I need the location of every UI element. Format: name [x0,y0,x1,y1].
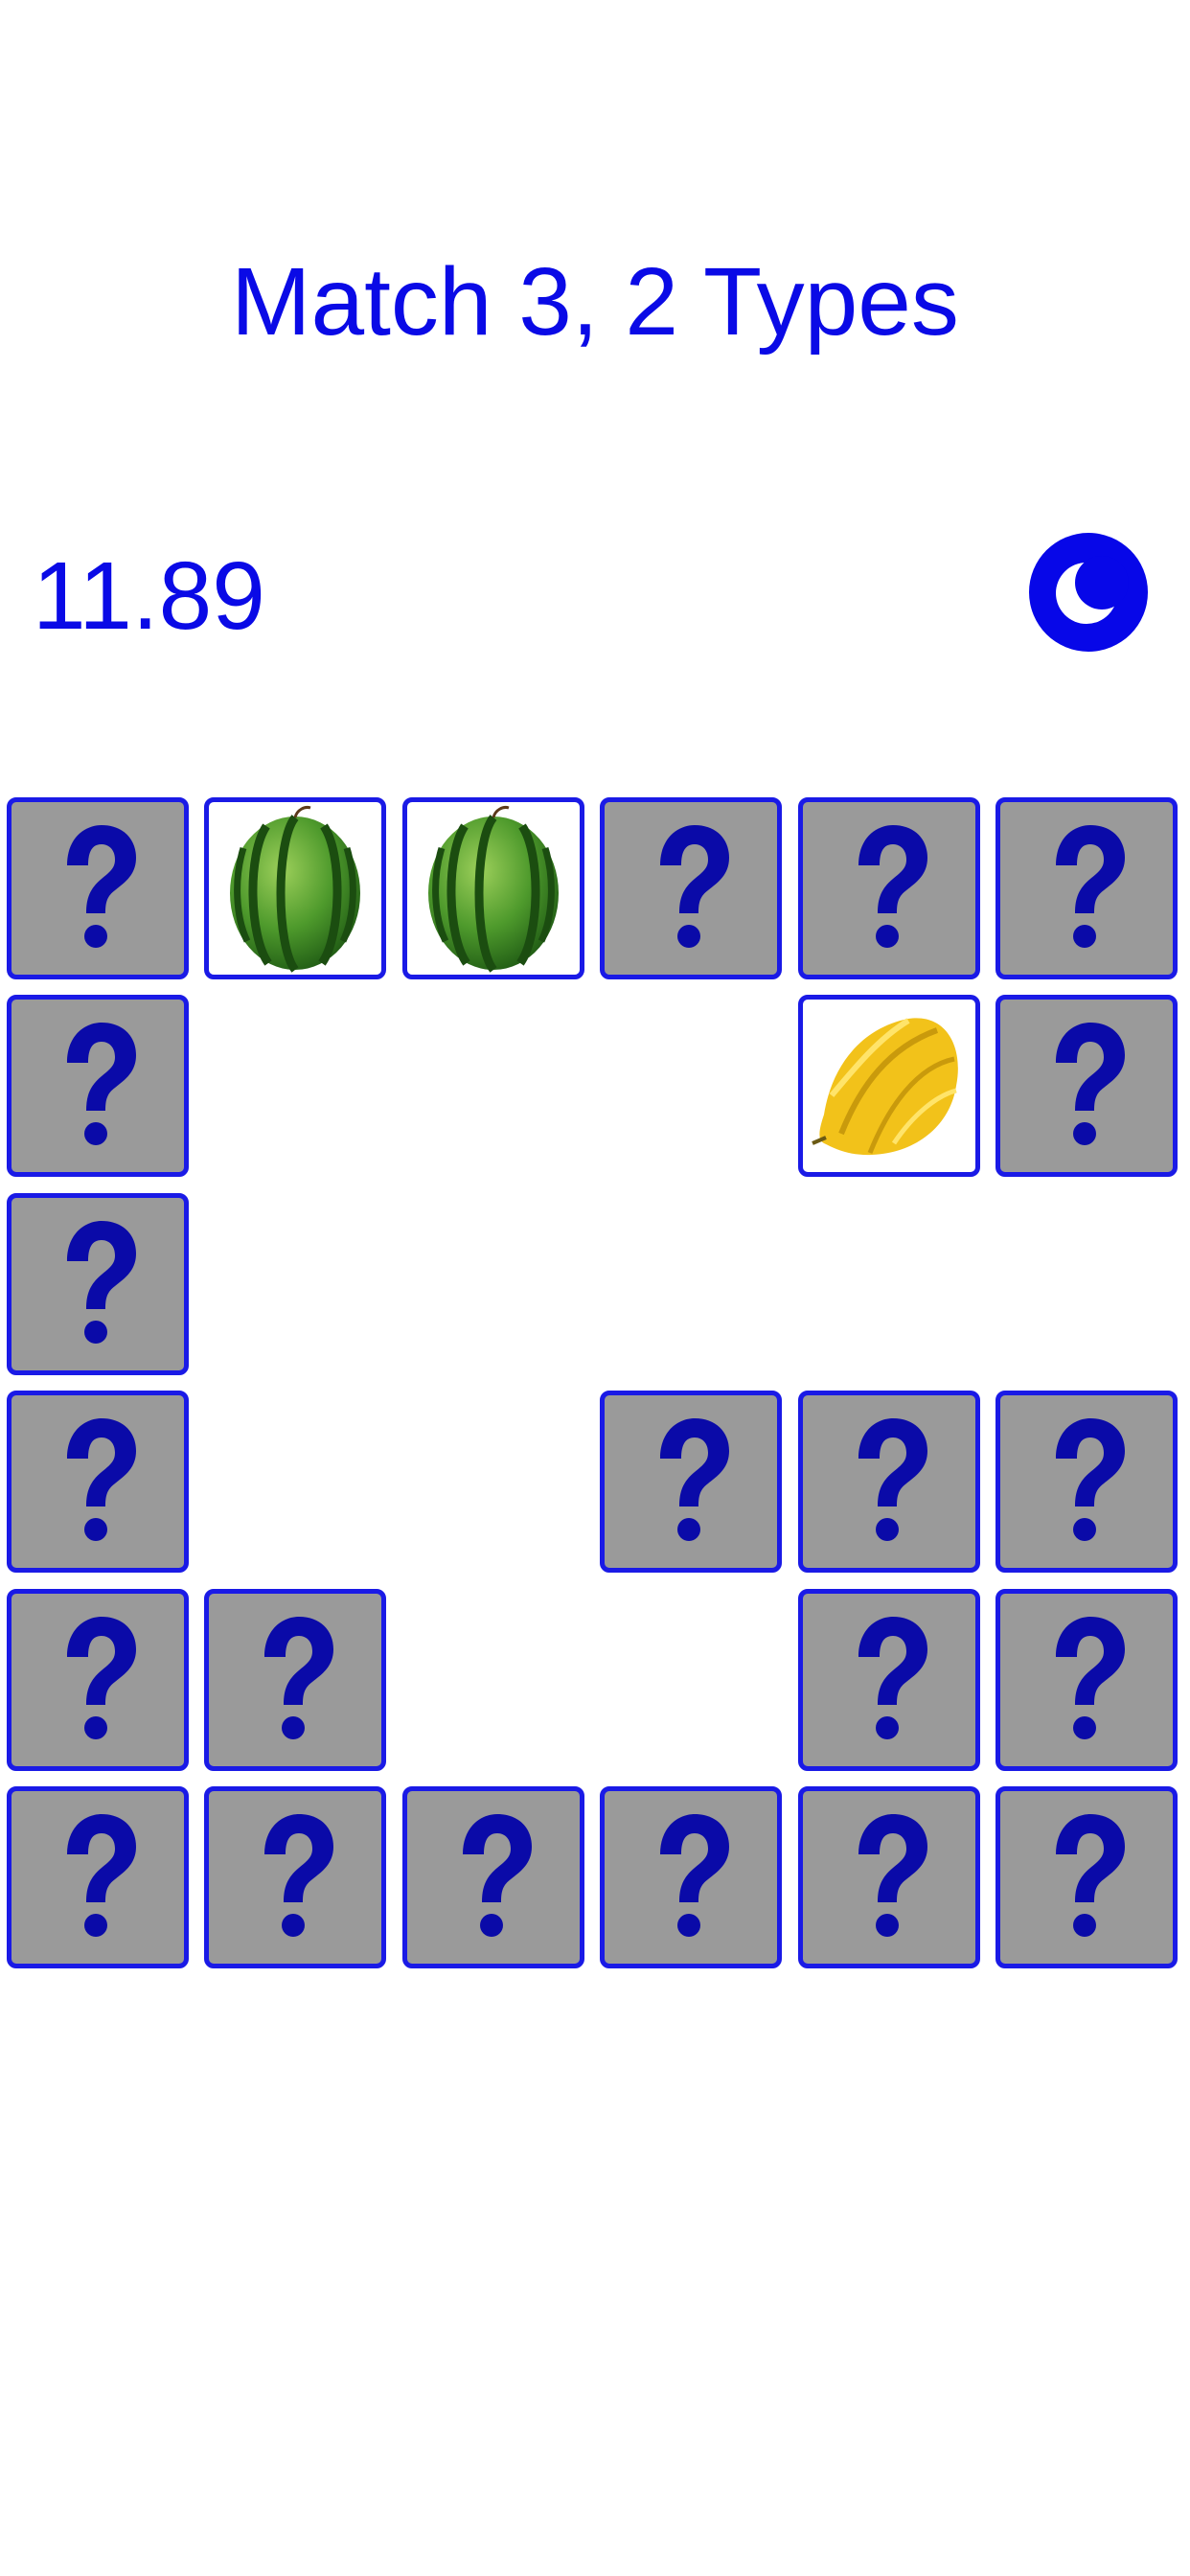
card-hidden[interactable] [7,1193,189,1375]
card-hidden[interactable] [7,995,189,1177]
question-mark-icon [858,1617,927,1739]
card-hidden[interactable] [798,1786,980,1968]
card-hidden[interactable] [995,1391,1178,1573]
starfruit-icon [812,1018,958,1156]
watermelon-icon [428,806,559,973]
question-mark-icon [660,825,729,948]
timer: 11.89 [33,542,265,650]
card-hidden[interactable] [7,797,189,979]
moon-icon [1056,556,1129,624]
question-mark-icon [264,1814,333,1937]
card-hidden[interactable] [204,1786,386,1968]
card-hidden[interactable] [798,797,980,979]
card-starfruit [798,995,980,1177]
question-mark-icon [463,1814,532,1937]
question-mark-icon [67,1617,136,1739]
question-mark-icon [660,1814,729,1937]
card-hidden[interactable] [600,1786,782,1968]
card-watermelon [402,797,584,979]
card-hidden[interactable] [995,1589,1178,1771]
question-mark-icon [264,1617,333,1739]
card-hidden[interactable] [7,1589,189,1771]
question-mark-icon [67,1023,136,1145]
question-mark-icon [858,1418,927,1541]
question-mark-icon [67,1221,136,1344]
card-watermelon [204,797,386,979]
watermelon-icon [230,806,360,973]
card-hidden[interactable] [995,797,1178,979]
card-hidden[interactable] [600,797,782,979]
theme-toggle-button[interactable] [1029,533,1148,652]
question-mark-icon [1056,1617,1125,1739]
question-mark-icon [660,1418,729,1541]
card-hidden[interactable] [995,1786,1178,1968]
question-mark-icon [67,1814,136,1937]
card-hidden[interactable] [7,1391,189,1573]
question-mark-icon [1056,1023,1125,1145]
question-mark-icon [1056,1814,1125,1937]
card-hidden[interactable] [204,1589,386,1771]
card-hidden[interactable] [995,995,1178,1177]
question-mark-icon [67,825,136,948]
card-hidden[interactable] [798,1589,980,1771]
question-mark-icon [67,1418,136,1541]
card-hidden[interactable] [402,1786,584,1968]
game-title: Match 3, 2 Types [231,248,959,356]
card-hidden[interactable] [7,1786,189,1968]
card-hidden[interactable] [798,1391,980,1573]
card-hidden[interactable] [600,1391,782,1573]
question-mark-icon [858,825,927,948]
question-mark-icon [1056,825,1125,948]
question-mark-icon [858,1814,927,1937]
question-mark-icon [1056,1418,1125,1541]
